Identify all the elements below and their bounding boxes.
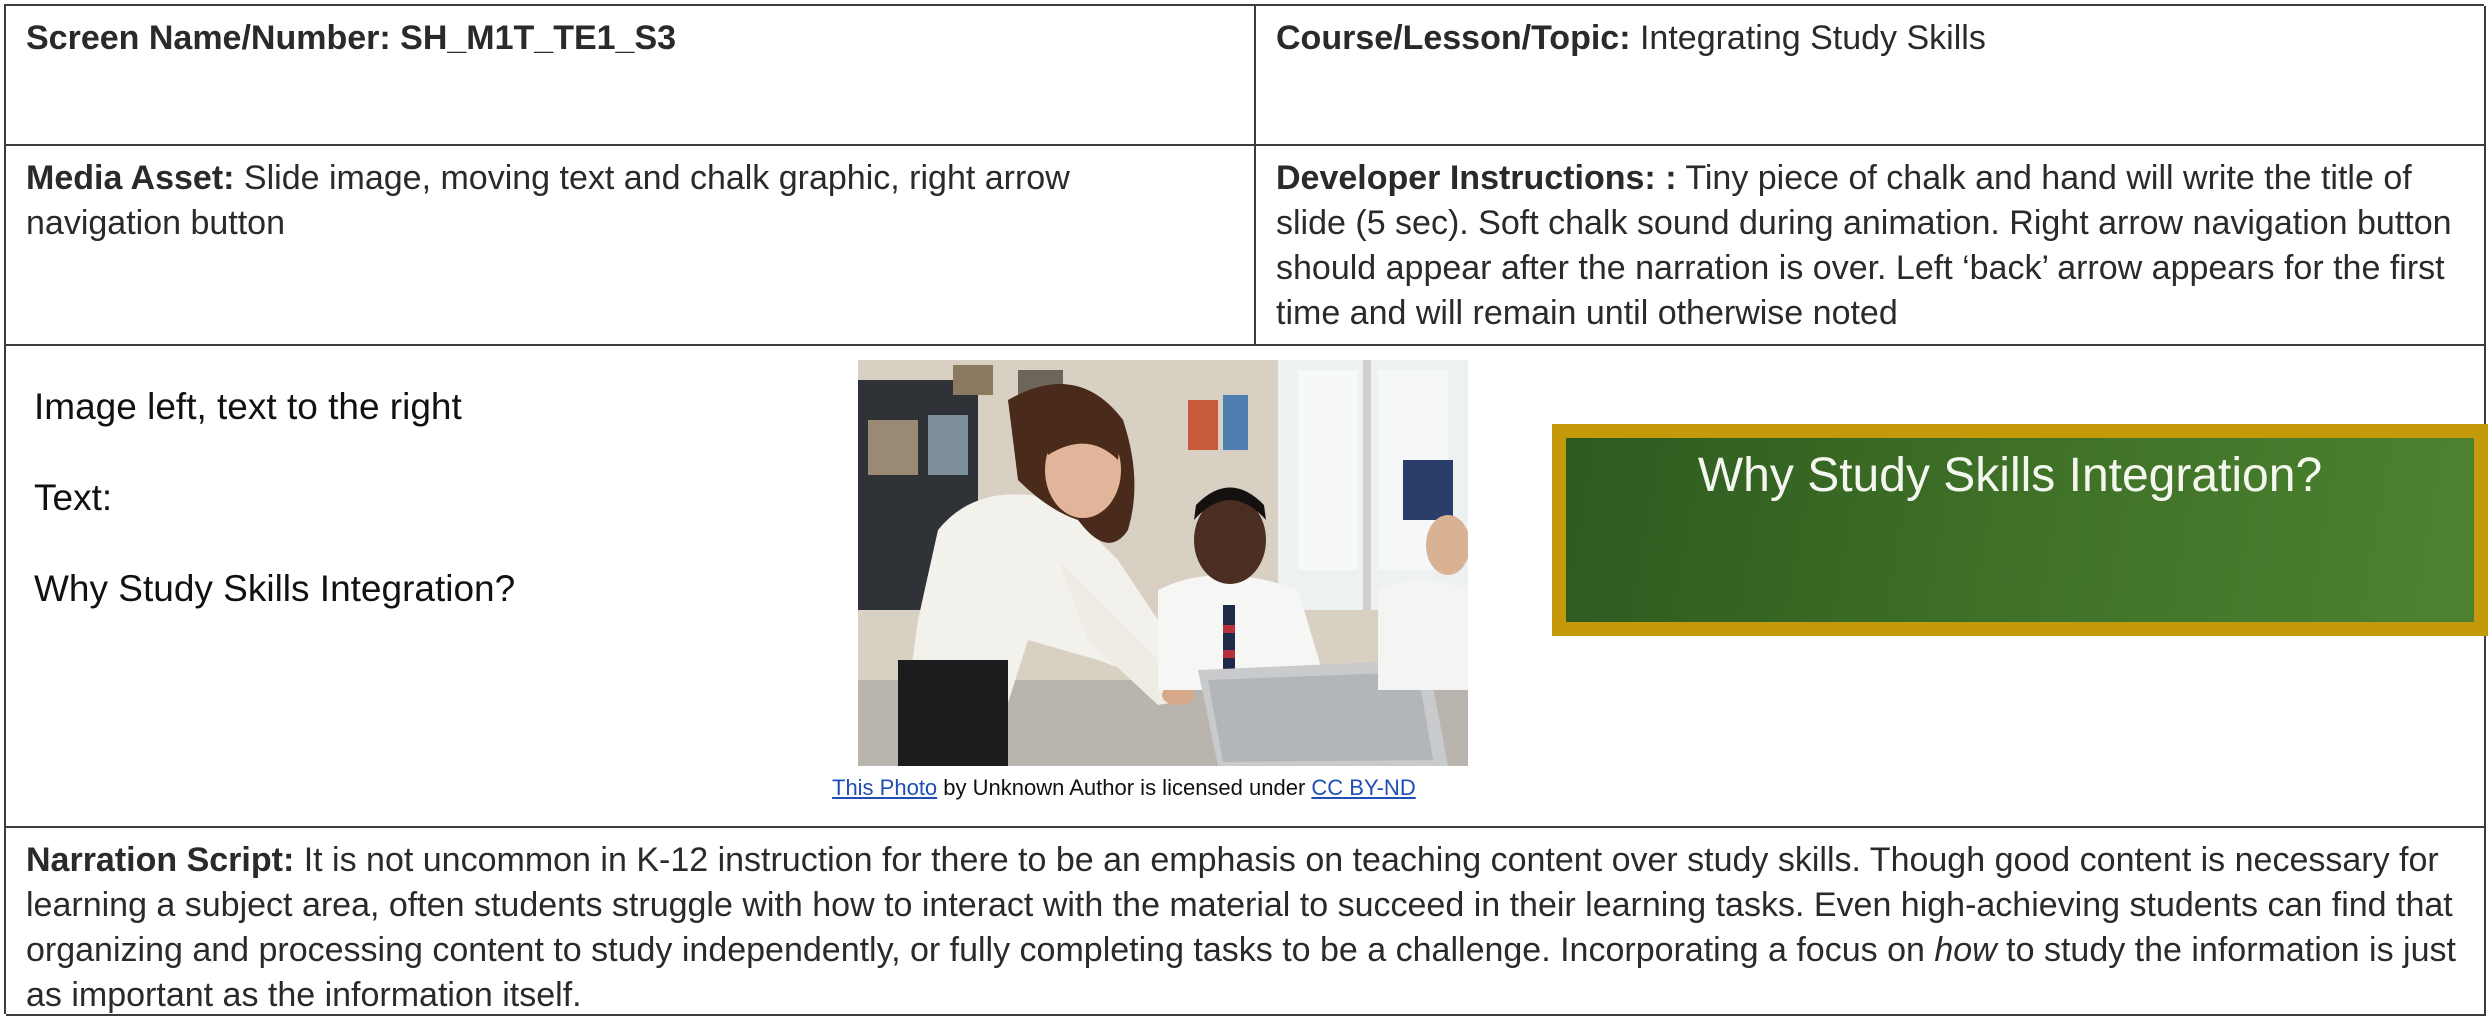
chalkboard-surface: Why Study Skills Integration? — [1566, 438, 2474, 622]
developer-instructions-cell: Developer Instructions: : Tiny piece of … — [1256, 146, 2486, 346]
media-asset-cell: Media Asset: Slide image, moving text an… — [6, 146, 1256, 346]
chalkboard-graphic: Why Study Skills Integration? — [1552, 424, 2488, 636]
text-value: Why Study Skills Integration? — [34, 568, 516, 609]
media-asset-label: Media Asset: — [26, 159, 235, 197]
content-cell: Image left, text to the right Text: Why … — [6, 346, 2488, 828]
text-label: Text: — [34, 477, 113, 518]
content-notes: Image left, text to the right Text: Why … — [34, 384, 734, 657]
photo-link[interactable]: This Photo — [832, 775, 937, 800]
photo-caption: This Photo by Unknown Author is licensed… — [832, 774, 1472, 802]
course-label: Course/Lesson/Topic: — [1276, 19, 1631, 57]
photo-caption-middle: by Unknown Author is licensed under — [937, 775, 1312, 800]
screen-name-cell: Screen Name/Number: SH_M1T_TE1_S3 — [6, 6, 1256, 146]
screen-name-label: Screen Name/Number: — [26, 19, 391, 57]
classroom-photo — [858, 360, 1468, 766]
classroom-photo-illustration — [858, 360, 1468, 766]
course-cell: Course/Lesson/Topic: Integrating Study S… — [1256, 6, 2486, 146]
course-value: Integrating Study Skills — [1639, 19, 1986, 57]
storyboard-table: Screen Name/Number: SH_M1T_TE1_S3 Course… — [4, 4, 2488, 1016]
license-link[interactable]: CC BY-ND — [1311, 775, 1415, 800]
developer-instructions-label: Developer Instructions: : — [1276, 159, 1677, 197]
narration-label: Narration Script: — [26, 841, 295, 879]
layout-note: Image left, text to the right — [34, 386, 462, 427]
narration-cell: Narration Script: It is not uncommon in … — [6, 828, 2486, 1016]
screen-name-value: SH_M1T_TE1_S3 — [400, 19, 677, 57]
narration-emphasis: how — [1934, 931, 1997, 969]
chalkboard-title: Why Study Skills Integration? — [1697, 449, 2323, 502]
